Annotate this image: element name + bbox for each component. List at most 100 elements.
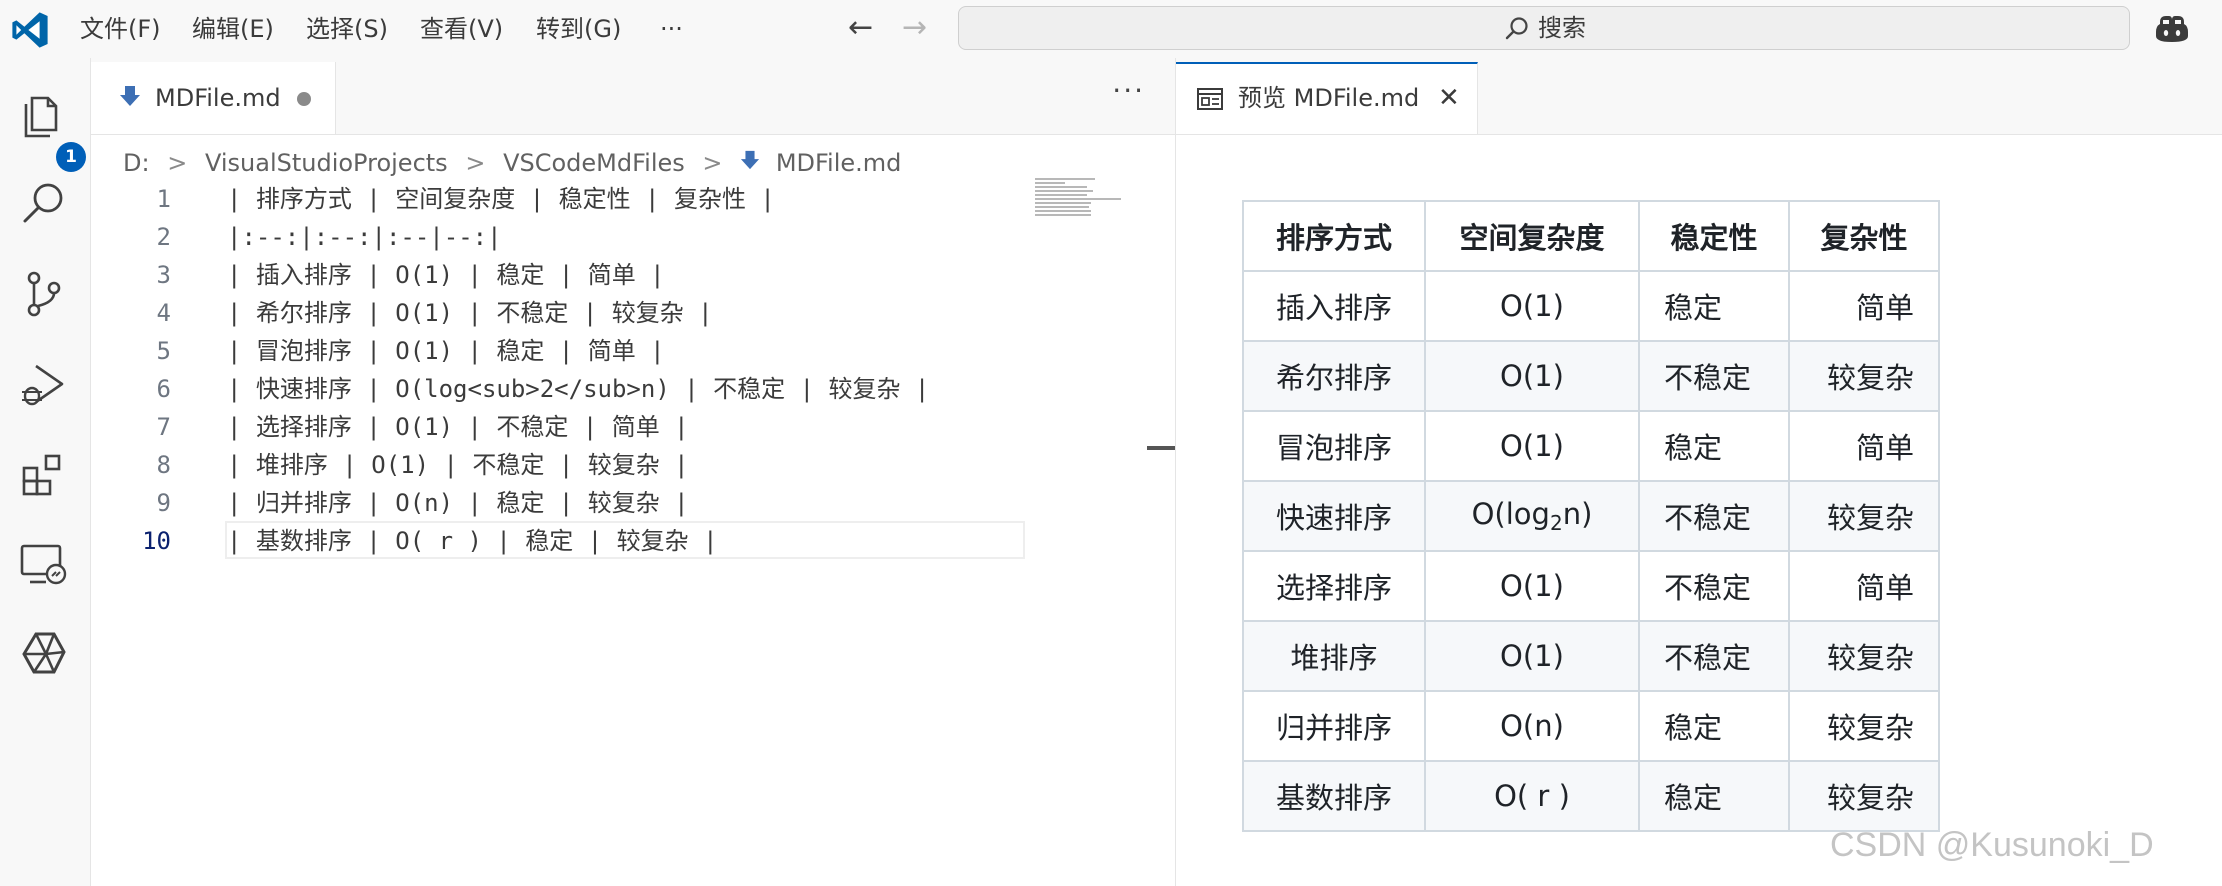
scrollbar-marker[interactable] (1147, 446, 1175, 450)
line-number: 9 (156, 489, 171, 517)
table-cell: 稳定 (1638, 270, 1790, 342)
source-control-button[interactable] (16, 266, 72, 322)
tab-preview[interactable]: 预览 MDFile.md ✕ (1176, 62, 1478, 134)
markdown-preview: 预览 MDFile.md ✕ 排序方式 空间复杂度 稳定性 复杂性 插入排序 O… (1176, 58, 2222, 886)
breadcrumb-file[interactable]: MDFile.md (776, 143, 902, 183)
preview-table: 排序方式 空间复杂度 稳定性 复杂性 插入排序 O(1) 稳定 简单 希尔排序 … (1242, 200, 1940, 832)
table-row: 堆排序 O(1) 不稳定 较复杂 (1242, 620, 1940, 692)
close-icon[interactable]: ✕ (1438, 80, 1460, 116)
table-cell: 快速排序 (1242, 480, 1426, 552)
line-text: | 基数排序 | O( r ) | 稳定 | 较复杂 | (227, 527, 718, 555)
chevron-right-icon: > (465, 149, 486, 177)
code-line[interactable]: 2 |:--:|:--:|:--|--:| (91, 218, 1151, 256)
menu-go[interactable]: 转到(G) (536, 0, 621, 58)
table-header-cell: 空间复杂度 (1424, 200, 1640, 272)
line-text: | 选择排序 | O(1) | 不稳定 | 简单 | (227, 413, 689, 441)
code-line[interactable]: 6 | 快速排序 | O(log<sub>2</sub>n) | 不稳定 | 较… (91, 370, 1151, 408)
code-line[interactable]: 7 | 选择排序 | O(1) | 不稳定 | 简单 | (91, 408, 1151, 446)
search-view-button[interactable] (16, 176, 72, 232)
breadcrumb-folder-1[interactable]: VisualStudioProjects (205, 143, 448, 183)
breadcrumb: D: > VisualStudioProjects > VSCodeMdFile… (123, 142, 901, 182)
chevron-right-icon: > (167, 149, 188, 177)
remote-explorer-button[interactable] (16, 536, 72, 592)
table-cell: 较复杂 (1788, 340, 1940, 412)
table-cell: 较复杂 (1788, 760, 1940, 832)
activity-bar: 1 (0, 58, 91, 886)
run-debug-icon (22, 364, 64, 406)
table-cell: 不稳定 (1638, 550, 1790, 622)
table-cell: O(1) (1424, 550, 1640, 622)
copilot-icon[interactable] (2154, 12, 2190, 46)
table-cell-log: O(log2n) (1424, 480, 1640, 552)
magnifier-icon (23, 183, 63, 223)
table-header-cell: 复杂性 (1788, 200, 1940, 272)
table-cell: 简单 (1788, 410, 1940, 482)
table-cell: 稳定 (1638, 760, 1790, 832)
extensions-icon (22, 454, 61, 496)
search-label: 搜索 (1538, 14, 1586, 42)
run-debug-button[interactable] (16, 356, 72, 412)
editor-tab-bar: MDFile.md ··· (91, 58, 1175, 135)
table-cell: 不稳定 (1638, 340, 1790, 412)
table-cell: O(n) (1424, 690, 1640, 762)
line-number: 7 (156, 413, 171, 441)
extensions-button[interactable] (16, 446, 72, 502)
table-cell: O(1) (1424, 620, 1640, 692)
table-row: 基数排序 O( r ) 稳定 较复杂 (1242, 760, 1940, 832)
menu-edit[interactable]: 编辑(E) (192, 0, 274, 58)
code-line[interactable]: 3 | 插入排序 | O(1) | 稳定 | 简单 | (91, 256, 1151, 294)
ai-assistant-button[interactable] (16, 626, 72, 682)
menu-more[interactable]: ··· (660, 0, 683, 58)
explorer-button[interactable]: 1 (16, 86, 86, 172)
command-center-search[interactable]: 搜索 (958, 6, 2130, 50)
title-bar: 文件(F) 编辑(E) 选择(S) 查看(V) 转到(G) ··· ← → 搜索 (0, 0, 2222, 58)
forward-arrow-icon[interactable]: → (902, 10, 927, 46)
table-cell: 较复杂 (1788, 620, 1940, 692)
menu-view[interactable]: 查看(V) (420, 0, 503, 58)
unsaved-dot-icon[interactable] (297, 92, 311, 106)
line-text: | 堆排序 | O(1) | 不稳定 | 较复杂 | (227, 451, 689, 479)
table-cell: 不稳定 (1638, 480, 1790, 552)
back-arrow-icon[interactable]: ← (848, 10, 873, 46)
log-subscript: 2 (1549, 511, 1563, 535)
minimap[interactable] (1035, 176, 1125, 226)
table-cell: 稳定 (1638, 410, 1790, 482)
line-number: 6 (156, 375, 171, 403)
table-row: 插入排序 O(1) 稳定 简单 (1242, 270, 1940, 342)
tab-mdfile[interactable]: MDFile.md (91, 62, 336, 134)
line-text: | 快速排序 | O(log<sub>2</sub>n) | 不稳定 | 较复杂… (227, 375, 930, 403)
line-text: | 归并排序 | O(n) | 稳定 | 较复杂 | (227, 489, 689, 517)
breadcrumb-drive[interactable]: D: (123, 143, 150, 183)
line-text: | 希尔排序 | O(1) | 不稳定 | 较复杂 | (227, 299, 713, 327)
code-line[interactable]: 5 | 冒泡排序 | O(1) | 稳定 | 简单 | (91, 332, 1151, 370)
menu-file[interactable]: 文件(F) (80, 0, 161, 58)
table-cell: O(1) (1424, 340, 1640, 412)
line-text: | 插入排序 | O(1) | 稳定 | 简单 | (227, 261, 665, 289)
table-header-cell: 稳定性 (1638, 200, 1790, 272)
code-line[interactable]: 4 | 希尔排序 | O(1) | 不稳定 | 较复杂 | (91, 294, 1151, 332)
table-cell: 插入排序 (1242, 270, 1426, 342)
menu-selection[interactable]: 选择(S) (306, 0, 388, 58)
code-line-current[interactable]: 10 | 基数排序 | O( r ) | 稳定 | 较复杂 | (91, 521, 1151, 560)
files-icon (24, 96, 58, 138)
source-control-icon (27, 271, 61, 317)
table-cell: O( r ) (1424, 760, 1640, 832)
line-number: 2 (156, 223, 171, 251)
line-number: 8 (156, 451, 171, 479)
table-row: 选择排序 O(1) 不稳定 简单 (1242, 550, 1940, 622)
line-number: 4 (156, 299, 171, 327)
table-cell: 冒泡排序 (1242, 410, 1426, 482)
table-cell: 基数排序 (1242, 760, 1426, 832)
line-text: |:--:|:--:|:--|--:| (227, 223, 502, 251)
preview-tab-bar: 预览 MDFile.md ✕ (1176, 58, 2222, 135)
editor-more-actions[interactable]: ··· (1112, 74, 1145, 107)
preview-tab-label: 预览 MDFile.md (1238, 84, 1420, 112)
breadcrumb-folder-2[interactable]: VSCodeMdFiles (503, 143, 685, 183)
code-line[interactable]: 1 | 排序方式 | 空间复杂度 | 稳定性 | 复杂性 | (91, 180, 1151, 218)
line-number: 10 (142, 527, 171, 555)
code-line[interactable]: 9 | 归并排序 | O(n) | 稳定 | 较复杂 | (91, 484, 1151, 522)
vscode-logo-icon (12, 12, 48, 48)
code-line[interactable]: 8 | 堆排序 | O(1) | 不稳定 | 较复杂 | (91, 446, 1151, 484)
log-prefix: O(log (1471, 497, 1550, 531)
editor-group: MDFile.md ··· D: > VisualStudioProjects … (91, 58, 1175, 886)
